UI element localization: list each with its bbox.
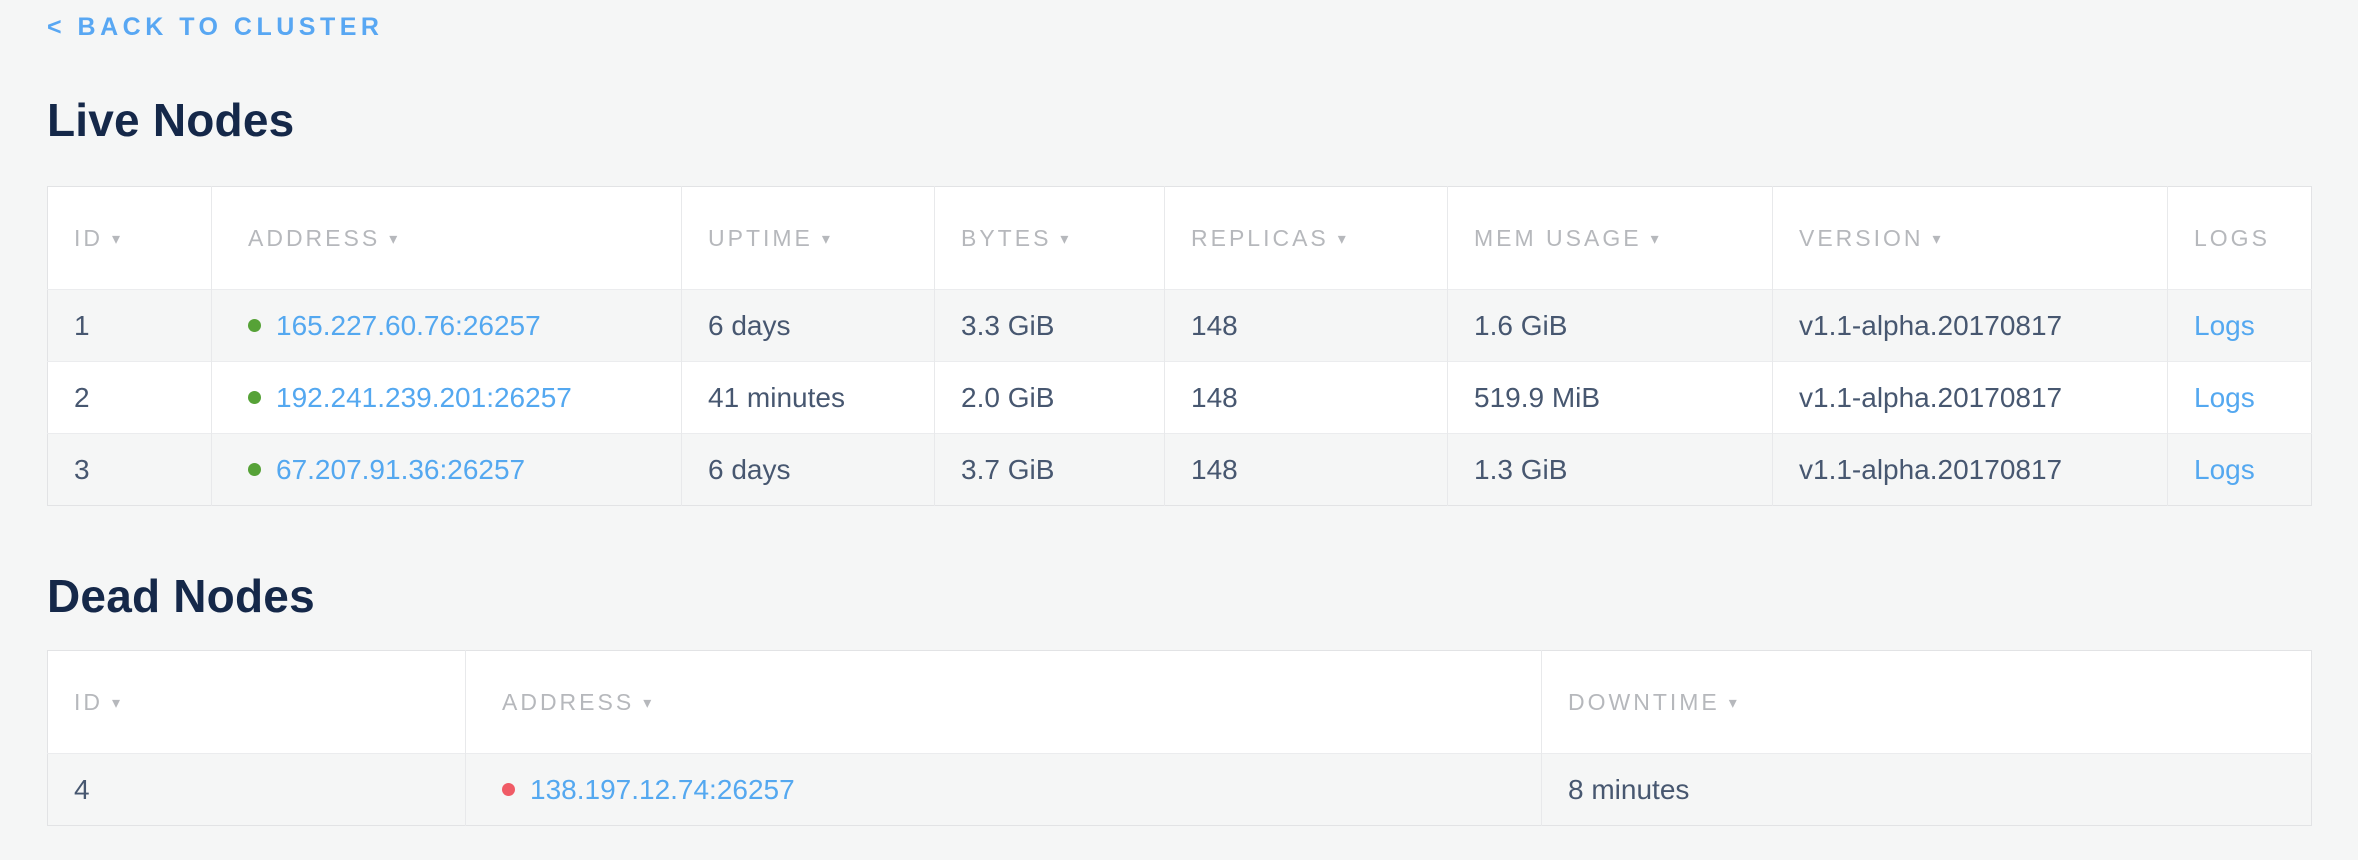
node-bytes-cell: 3.3 GiB <box>935 290 1165 362</box>
node-address-link[interactable]: 192.241.239.201:26257 <box>276 382 572 413</box>
column-header-label: VERSION <box>1799 225 1924 251</box>
node-mem-usage-cell: 1.3 GiB <box>1448 434 1773 506</box>
node-uptime-cell: 6 days <box>682 290 935 362</box>
logs-link[interactable]: Logs <box>2194 454 2255 485</box>
node-uptime-cell: 6 days <box>682 434 935 506</box>
dead-nodes-title: Dead Nodes <box>47 572 2311 620</box>
column-header-label: ID <box>74 225 103 251</box>
node-address-cell: 192.241.239.201:26257 <box>212 362 682 434</box>
sort-arrow-icon: ▾ <box>112 695 123 712</box>
node-address-link[interactable]: 67.207.91.36:26257 <box>276 454 525 485</box>
column-header-label: ADDRESS <box>502 689 634 715</box>
column-header-label: BYTES <box>961 225 1051 251</box>
sort-arrow-icon: ▾ <box>1651 231 1662 248</box>
column-header-label: UPTIME <box>708 225 813 251</box>
column-header-bytes[interactable]: BYTES ▾ <box>935 187 1165 290</box>
column-header-label: DOWNTIME <box>1568 689 1720 715</box>
sort-arrow-icon: ▾ <box>112 231 123 248</box>
node-bytes-cell: 2.0 GiB <box>935 362 1165 434</box>
node-id-cell: 4 <box>48 754 466 826</box>
node-replicas-cell: 148 <box>1165 362 1448 434</box>
column-header-downtime[interactable]: DOWNTIME ▾ <box>1542 651 2312 754</box>
column-header-label: ID <box>74 689 103 715</box>
sort-arrow-icon: ▾ <box>822 231 833 248</box>
node-id-cell: 1 <box>48 290 212 362</box>
node-logs-cell: Logs <box>2168 362 2312 434</box>
node-version-cell: v1.1-alpha.20170817 <box>1773 290 2168 362</box>
node-replicas-cell: 148 <box>1165 290 1448 362</box>
node-mem-usage-cell: 519.9 MiB <box>1448 362 1773 434</box>
live-node-row: 1 165.227.60.76:26257 6 days 3.3 GiB 148… <box>48 290 2312 362</box>
node-uptime-cell: 41 minutes <box>682 362 935 434</box>
dead-status-dot-icon <box>502 783 515 796</box>
node-downtime-cell: 8 minutes <box>1542 754 2312 826</box>
node-version-cell: v1.1-alpha.20170817 <box>1773 362 2168 434</box>
node-version-cell: v1.1-alpha.20170817 <box>1773 434 2168 506</box>
node-id-cell: 3 <box>48 434 212 506</box>
live-node-row: 3 67.207.91.36:26257 6 days 3.7 GiB 148 … <box>48 434 2312 506</box>
node-replicas-cell: 148 <box>1165 434 1448 506</box>
node-address-link[interactable]: 165.227.60.76:26257 <box>276 310 541 341</box>
sort-arrow-icon: ▾ <box>389 231 400 248</box>
column-header-address[interactable]: ADDRESS ▾ <box>466 651 1542 754</box>
live-status-dot-icon <box>248 463 261 476</box>
node-id-cell: 2 <box>48 362 212 434</box>
back-to-cluster-link[interactable]: < BACK TO CLUSTER <box>47 12 383 42</box>
cluster-nodes-page: < BACK TO CLUSTER Live Nodes ID ▾ ADDRESS… <box>0 0 2358 826</box>
column-header-label: MEM USAGE <box>1474 225 1642 251</box>
column-header-label: REPLICAS <box>1191 225 1329 251</box>
logs-link[interactable]: Logs <box>2194 382 2255 413</box>
dead-nodes-header-row: ID ▾ ADDRESS ▾ DOWNTIME ▾ <box>48 651 2312 754</box>
column-header-label: ADDRESS <box>248 225 380 251</box>
sort-arrow-icon: ▾ <box>1060 231 1071 248</box>
sort-arrow-icon: ▾ <box>1933 231 1944 248</box>
live-nodes-title: Live Nodes <box>47 96 2311 144</box>
column-header-replicas[interactable]: REPLICAS ▾ <box>1165 187 1448 290</box>
live-node-row: 2 192.241.239.201:26257 41 minutes 2.0 G… <box>48 362 2312 434</box>
logs-link[interactable]: Logs <box>2194 310 2255 341</box>
column-header-address[interactable]: ADDRESS ▾ <box>212 187 682 290</box>
sort-arrow-icon: ▾ <box>1729 695 1740 712</box>
live-status-dot-icon <box>248 319 261 332</box>
live-nodes-header-row: ID ▾ ADDRESS ▾ UPTIME ▾ BYTES ▾ REPLICAS ▾ ME… <box>48 187 2312 290</box>
column-header-id[interactable]: ID ▾ <box>48 651 466 754</box>
column-header-id[interactable]: ID ▾ <box>48 187 212 290</box>
sort-arrow-icon: ▾ <box>1338 231 1349 248</box>
live-status-dot-icon <box>248 391 261 404</box>
node-logs-cell: Logs <box>2168 290 2312 362</box>
node-address-cell: 138.197.12.74:26257 <box>466 754 1542 826</box>
dead-node-row: 4 138.197.12.74:26257 8 minutes <box>48 754 2312 826</box>
node-address-cell: 67.207.91.36:26257 <box>212 434 682 506</box>
node-mem-usage-cell: 1.6 GiB <box>1448 290 1773 362</box>
node-address-cell: 165.227.60.76:26257 <box>212 290 682 362</box>
dead-nodes-table: ID ▾ ADDRESS ▾ DOWNTIME ▾ 4 138.197.12.74:2… <box>47 650 2312 826</box>
node-address-link[interactable]: 138.197.12.74:26257 <box>530 774 795 805</box>
column-header-logs: LOGS <box>2168 187 2312 290</box>
sort-arrow-icon: ▾ <box>643 695 654 712</box>
column-header-mem-usage[interactable]: MEM USAGE ▾ <box>1448 187 1773 290</box>
column-header-uptime[interactable]: UPTIME ▾ <box>682 187 935 290</box>
live-nodes-table: ID ▾ ADDRESS ▾ UPTIME ▾ BYTES ▾ REPLICAS ▾ ME… <box>47 186 2312 506</box>
node-logs-cell: Logs <box>2168 434 2312 506</box>
node-bytes-cell: 3.7 GiB <box>935 434 1165 506</box>
column-header-version[interactable]: VERSION ▾ <box>1773 187 2168 290</box>
column-header-label: LOGS <box>2194 225 2270 251</box>
